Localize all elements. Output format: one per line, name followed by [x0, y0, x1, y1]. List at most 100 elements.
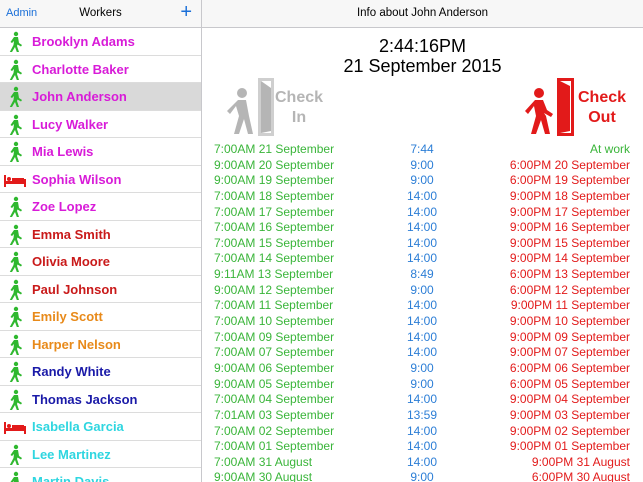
work-duration: 14:00: [406, 220, 438, 235]
current-date: 21 September 2015: [343, 56, 502, 76]
worker-row[interactable]: Sophia Wilson: [0, 166, 201, 193]
log-row: 9:00AM 19 September 9:00 6:00PM 19 Septemb…: [202, 173, 643, 189]
worker-name: Isabella Garcia: [32, 419, 124, 434]
check-in-time: 7:00AM 14 September: [214, 251, 335, 266]
check-out-label-line1: Check: [577, 89, 627, 106]
check-out-label[interactable]: Check Out: [576, 88, 628, 128]
walking-person-icon: [10, 471, 19, 482]
worker-row[interactable]: Randy White: [0, 358, 201, 386]
check-in-time: 7:01AM 03 September: [214, 407, 335, 422]
work-duration: 9:00: [410, 376, 434, 391]
bed-icon: [4, 422, 26, 434]
walking-person-icon: [9, 86, 22, 107]
worker-row[interactable]: John Anderson: [0, 83, 201, 111]
check-in-time: 7:00AM 10 September: [214, 314, 335, 329]
log-row: 7:00AM 31 August 14:00 9:00PM 31 August: [202, 455, 643, 471]
check-out-time: 6:00PM 12 September: [509, 282, 630, 297]
work-duration: 9:00: [410, 282, 434, 297]
walking-person-icon: [9, 31, 22, 52]
log-row: 7:00AM 10 September 14:00 9:00PM 10 Septem…: [202, 314, 643, 330]
check-out-time: At work: [589, 142, 630, 156]
work-duration: 14:00: [406, 345, 438, 360]
check-in-time: 9:00AM 19 September: [214, 173, 335, 188]
walking-person-icon: [9, 196, 22, 217]
check-out-time: 9:00PM 14 September: [509, 251, 630, 266]
check-out-time: 9:00PM 01 September: [509, 439, 630, 454]
check-in-time: 7:00AM 21 September: [214, 142, 335, 156]
sidebar-nav-bar: Admin Workers +: [0, 0, 201, 28]
check-out-label-line2: Out: [588, 109, 616, 126]
work-duration: 9:00: [410, 173, 434, 188]
check-in-time: 7:00AM 02 September: [214, 423, 335, 438]
worker-name: Sophia Wilson: [32, 171, 122, 187]
worker-row[interactable]: Thomas Jackson: [0, 386, 201, 413]
worker-row[interactable]: Martin Davis: [0, 468, 201, 482]
workers-sidebar: Admin Workers + Brooklyn Adams Charlotte …: [0, 0, 202, 482]
check-out-time: 6:00PM 30 August: [531, 470, 630, 482]
work-duration: 9:00: [410, 360, 434, 375]
work-duration: 14:00: [406, 423, 438, 438]
check-in-time: 9:00AM 05 September: [214, 376, 335, 391]
log-row: 7:00AM 04 September 14:00 9:00PM 04 Septem…: [202, 392, 643, 408]
detail-nav-bar: Info about John Anderson: [202, 0, 643, 28]
work-duration: 14:00: [406, 454, 438, 469]
check-in-time: 9:00AM 20 September: [214, 157, 335, 172]
check-out-time: 9:00PM 07 September: [509, 345, 630, 360]
log-row: 9:00AM 06 September 9:00 6:00PM 06 Septemb…: [202, 361, 643, 377]
check-out-time: 9:00PM 04 September: [509, 392, 630, 407]
current-time: 2:44:16PM: [378, 36, 467, 56]
log-row: 7:00AM 02 September 14:00 9:00PM 02 Septem…: [202, 424, 643, 440]
work-duration: 14:00: [406, 439, 438, 454]
worker-row[interactable]: Emily Scott: [0, 303, 201, 331]
log-row: 7:00AM 01 September 14:00 9:00PM 01 Septem…: [202, 439, 643, 455]
worker-name: Paul Johnson: [32, 281, 118, 297]
bed-icon: [4, 174, 26, 187]
check-out-time: 9:00PM 31 August: [531, 454, 630, 469]
check-out-time: 6:00PM 06 September: [509, 360, 630, 375]
walking-person-icon: [9, 334, 22, 355]
worker-row[interactable]: Emma Smith: [0, 221, 201, 248]
work-duration: 9:00: [410, 470, 434, 482]
worker-name: Charlotte Baker: [32, 61, 129, 77]
check-out-time: 6:00PM 05 September: [509, 376, 630, 391]
worker-row[interactable]: Olivia Moore: [0, 248, 201, 276]
worker-name: Harper Nelson: [32, 336, 121, 352]
log-row: 9:00AM 12 September 9:00 6:00PM 12 Septemb…: [202, 283, 643, 299]
work-duration: 14:00: [406, 188, 438, 203]
check-in-time: 7:00AM 09 September: [214, 329, 335, 344]
check-out-time: 9:00PM 03 September: [509, 407, 630, 422]
check-out-time: 9:00PM 16 September: [509, 220, 630, 235]
worker-row[interactable]: Brooklyn Adams: [0, 28, 201, 56]
worker-name: Emily Scott: [32, 309, 103, 324]
work-duration: 14:00: [406, 251, 438, 266]
log-row: 9:00AM 05 September 9:00 6:00PM 05 Septemb…: [202, 377, 643, 393]
worker-row[interactable]: Lucy Walker: [0, 111, 201, 138]
add-worker-button[interactable]: +: [180, 1, 192, 23]
check-out-time: 6:00PM 19 September: [509, 173, 630, 188]
worker-name: Olivia Moore: [32, 254, 111, 269]
check-in-time: 7:00AM 04 September: [214, 392, 335, 407]
worker-row[interactable]: Charlotte Baker: [0, 56, 201, 83]
worker-row[interactable]: Mia Lewis: [0, 138, 201, 166]
worker-row[interactable]: Isabella Garcia: [0, 413, 201, 441]
walking-person-icon: [9, 444, 22, 465]
worker-row[interactable]: Lee Martinez: [0, 441, 201, 468]
worker-list: Brooklyn Adams Charlotte Baker John Anders…: [0, 28, 201, 482]
worker-row[interactable]: Zoe Lopez: [0, 193, 201, 221]
check-out-time: 9:00PM 18 September: [509, 188, 630, 203]
work-duration: 7:44: [410, 142, 434, 156]
check-in-time: 9:00AM 12 September: [214, 282, 335, 297]
log-row: 9:00AM 30 August 9:00 6:00PM 30 August: [202, 470, 643, 482]
log-row: 7:00AM 14 September 14:00 9:00PM 14 Septem…: [202, 251, 643, 267]
check-out-time: 6:00PM 20 September: [509, 157, 630, 172]
work-duration: 13:59: [406, 407, 438, 422]
check-out-time: 9:00PM 09 September: [509, 329, 630, 344]
check-in-label[interactable]: Check In: [274, 88, 324, 128]
check-in-label-line1: Check: [274, 89, 324, 106]
worker-row[interactable]: Paul Johnson: [0, 276, 201, 303]
log-row: 7:00AM 15 September 14:00 9:00PM 15 Septem…: [202, 236, 643, 252]
check-out-time: 9:00PM 11 September: [510, 298, 630, 313]
work-duration: 14:00: [406, 314, 438, 329]
worker-row[interactable]: Harper Nelson: [0, 331, 201, 358]
walking-person-icon: [9, 59, 22, 80]
